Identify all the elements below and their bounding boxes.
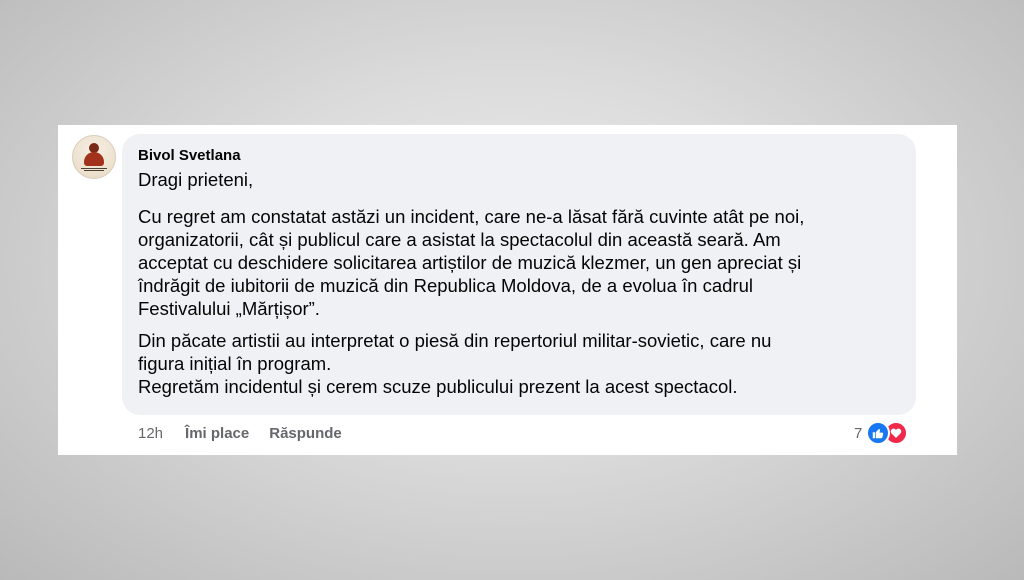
comment-author[interactable]: Bivol Svetlana [138, 147, 241, 164]
comment-line: organizatorii, cât și publicul care a as… [138, 229, 781, 250]
comment-actions: 12h Îmi place Răspunde [138, 423, 362, 443]
comment-paragraph-2: Din păcate artistii au interpretat o pie… [138, 329, 908, 398]
avatar-figure-body [84, 152, 104, 166]
comment-line: acceptat cu deschidere solicitarea artiș… [138, 252, 802, 273]
comment-paragraph-1: Cu regret am constatat astăzi un inciden… [138, 205, 908, 320]
comment-line: Festivalului „Mărțișor”. [138, 298, 320, 319]
avatar-caption-lines [73, 168, 115, 174]
reaction-count: 7 [854, 424, 863, 442]
comment-line: Din păcate artistii au interpretat o pie… [138, 330, 772, 351]
comment-line: Regretăm incidentul și cerem scuze publi… [138, 376, 738, 397]
comment-line: Dragi prieteni, [138, 169, 254, 190]
comment-line: Cu regret am constatat astăzi un inciden… [138, 206, 805, 227]
reply-button[interactable]: Răspunde [269, 425, 342, 442]
comment-card: Bivol Svetlana Dragi prieteni, Cu regret… [58, 125, 957, 455]
reactions-summary[interactable]: 7 [854, 421, 909, 445]
like-button[interactable]: Îmi place [185, 425, 249, 442]
comment-line: îndrăgit de iubitorii de muzică din Repu… [138, 275, 753, 296]
avatar[interactable] [72, 135, 116, 179]
comment-bubble: Bivol Svetlana Dragi prieteni, Cu regret… [122, 134, 916, 415]
comment-greeting: Dragi prieteni, [138, 168, 908, 191]
comment-timestamp[interactable]: 12h [138, 425, 163, 442]
comment-line: figura inițial în program. [138, 353, 332, 374]
